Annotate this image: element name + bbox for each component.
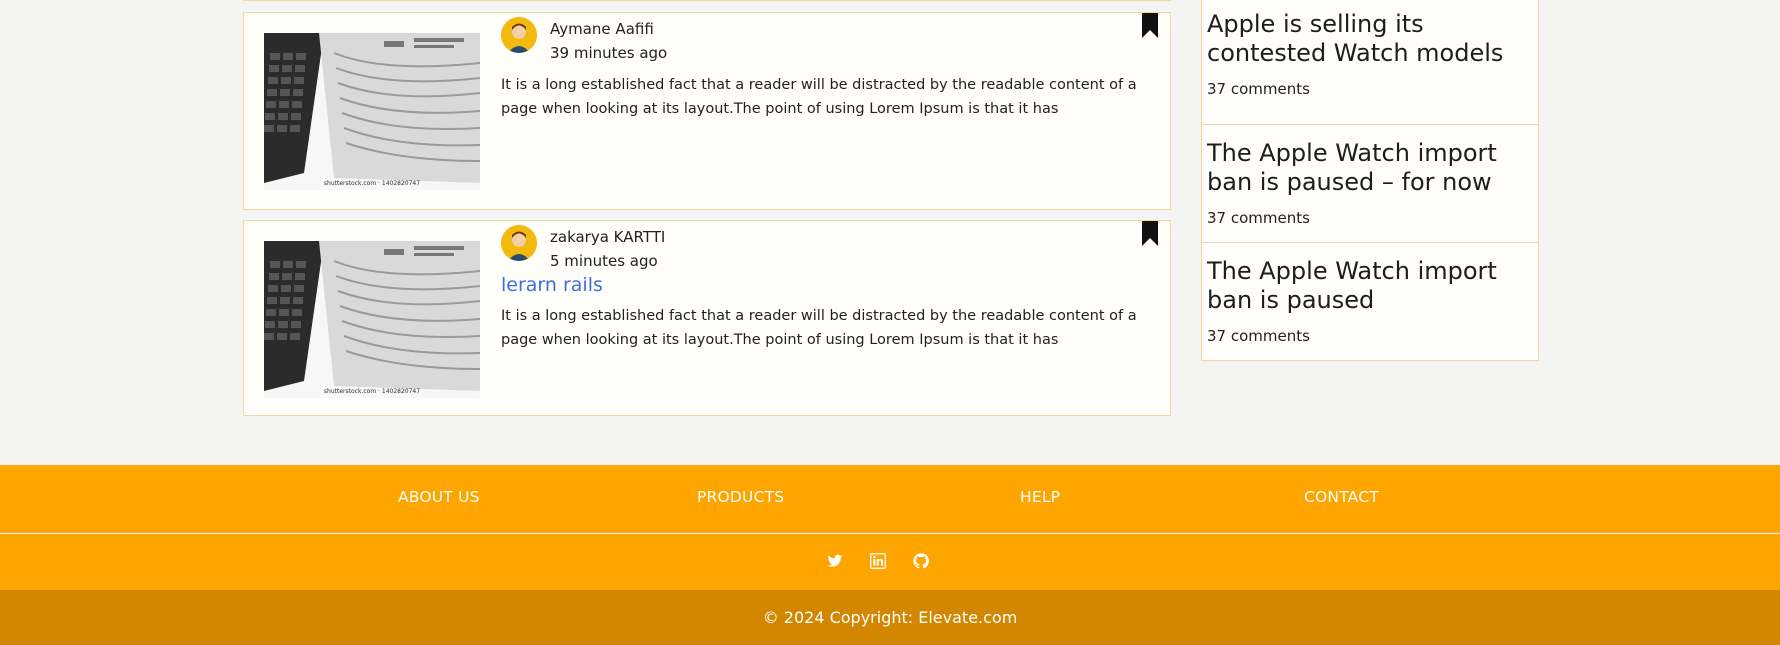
post-time: 39 minutes ago (550, 44, 668, 62)
bookmark-icon[interactable] (1140, 13, 1160, 39)
github-icon[interactable] (913, 553, 929, 569)
sidebar-article-title[interactable]: Apple is selling its contested Watch mod… (1207, 10, 1533, 68)
avatar[interactable] (501, 17, 537, 53)
copyright: © 2024 Copyright: Elevate.com (0, 590, 1780, 645)
previous-post-card-edge (243, 0, 1171, 1)
bookmark-icon[interactable] (1140, 221, 1160, 247)
post-card: shutterstock.com · 1402820747 Aymane Aaf… (243, 12, 1171, 210)
post-thumbnail[interactable]: shutterstock.com · 1402820747 (264, 241, 480, 398)
twitter-icon[interactable] (827, 553, 843, 569)
sidebar-article[interactable]: The Apple Watch import ban is paused – f… (1201, 125, 1539, 243)
sidebar-article-title[interactable]: The Apple Watch import ban is paused (1207, 257, 1533, 315)
footer-link-about-us[interactable]: ABOUT US (398, 488, 480, 506)
sidebar-article[interactable]: Apple is selling its contested Watch mod… (1201, 0, 1539, 125)
post-time: 5 minutes ago (550, 252, 658, 270)
post-thumbnail[interactable]: shutterstock.com · 1402820747 (264, 33, 480, 190)
post-excerpt: It is a long established fact that a rea… (501, 308, 1137, 348)
post-title-link[interactable]: lerarn rails (501, 274, 603, 296)
trending-sidebar: Apple is selling its contested Watch mod… (1201, 0, 1539, 361)
linkedin-icon[interactable] (870, 553, 886, 569)
post-card: shutterstock.com · 1402820747 zakarya KA… (243, 220, 1171, 416)
avatar[interactable] (501, 225, 537, 261)
footer-link-help[interactable]: HELP (1020, 488, 1060, 506)
sidebar-article-comments: 37 comments (1207, 327, 1310, 345)
sidebar-article-comments: 37 comments (1207, 80, 1310, 98)
post-author[interactable]: zakarya KARTTI (550, 228, 665, 246)
footer-nav: ABOUT US PRODUCTS HELP CONTACT (0, 465, 1780, 533)
footer-link-products[interactable]: PRODUCTS (697, 488, 784, 506)
post-author[interactable]: Aymane Aafifi (550, 20, 654, 38)
footer-social (0, 534, 1780, 590)
image-credit: shutterstock.com · 1402820747 (323, 180, 421, 187)
image-credit: shutterstock.com · 1402820747 (323, 388, 421, 395)
post-excerpt: It is a long established fact that a rea… (501, 77, 1137, 117)
footer-link-contact[interactable]: CONTACT (1304, 488, 1379, 506)
sidebar-article[interactable]: The Apple Watch import ban is paused 37 … (1201, 243, 1539, 361)
sidebar-article-comments: 37 comments (1207, 209, 1310, 227)
sidebar-article-title[interactable]: The Apple Watch import ban is paused – f… (1207, 139, 1533, 197)
